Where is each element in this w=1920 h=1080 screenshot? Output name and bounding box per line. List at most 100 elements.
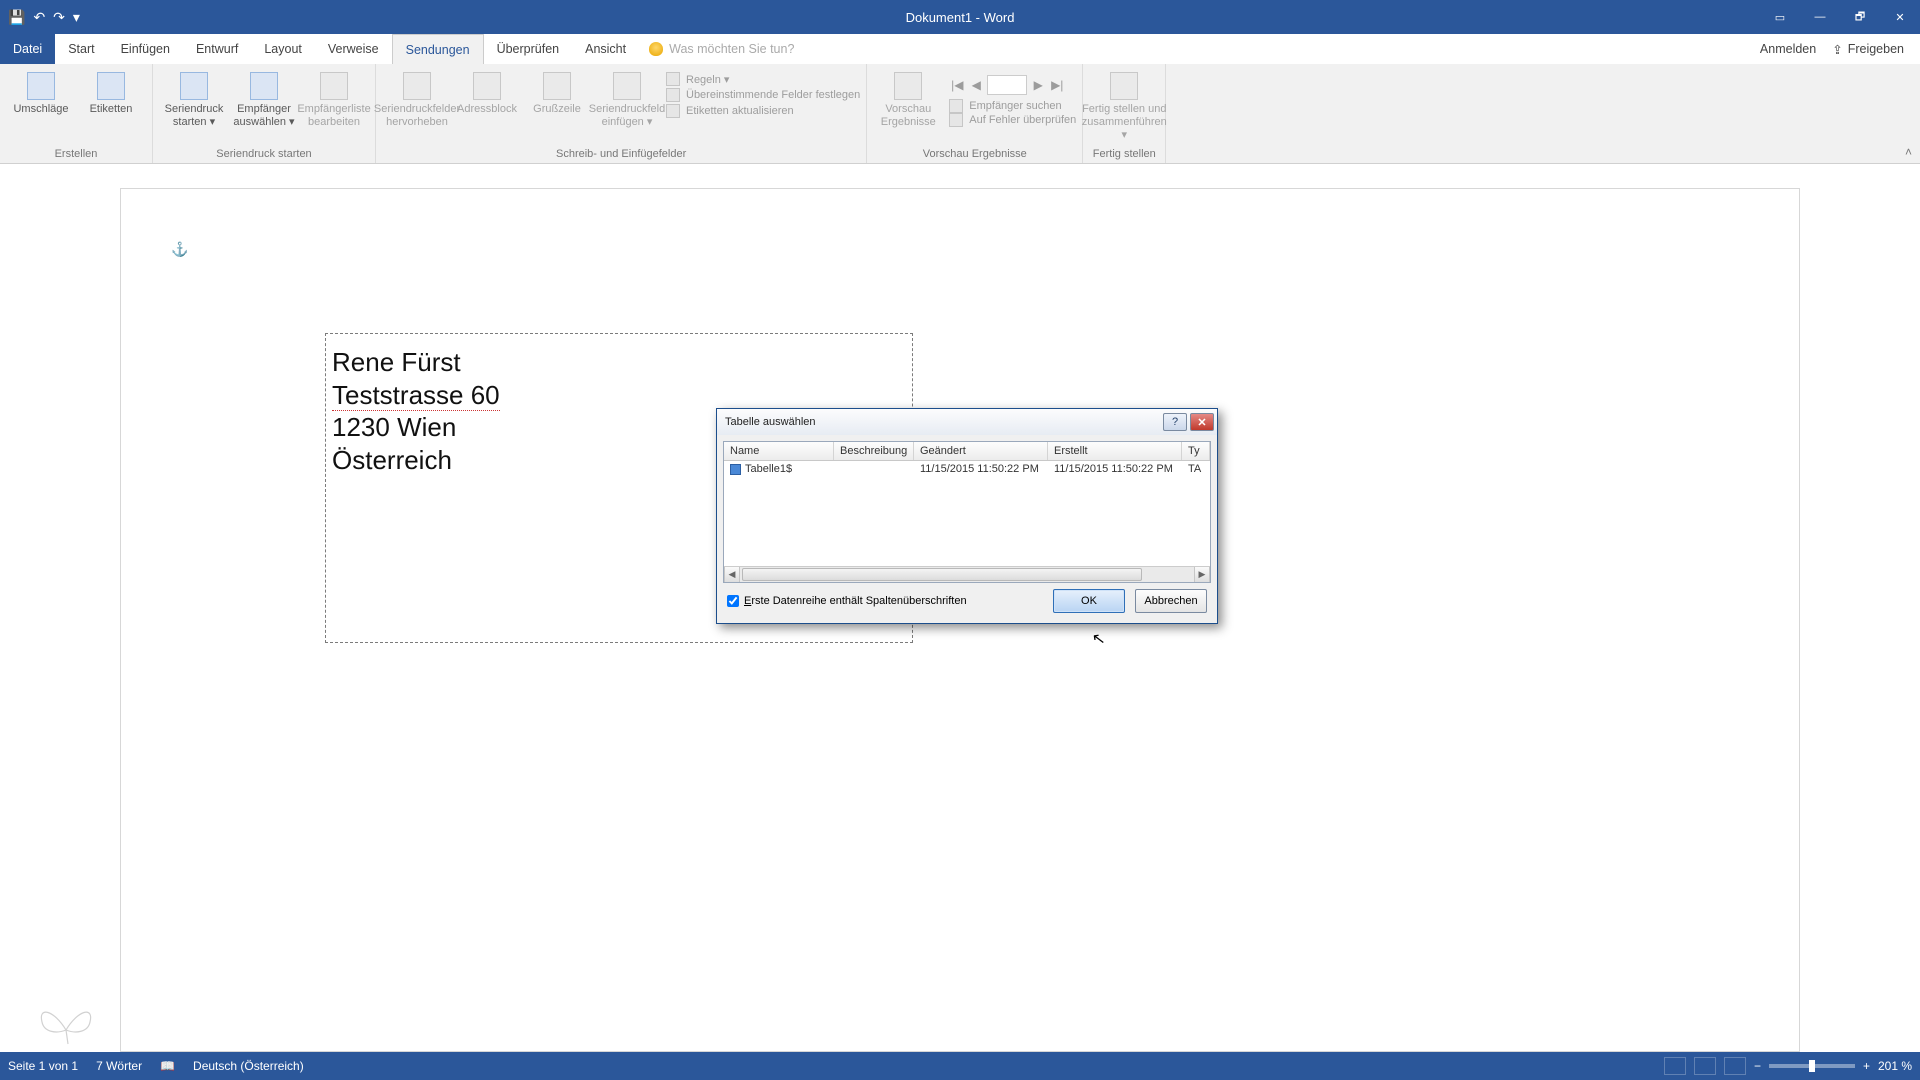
zoom-in-button[interactable]: + <box>1863 1059 1870 1073</box>
rules-icon <box>666 72 680 86</box>
update-icon <box>666 104 680 118</box>
tab-insert[interactable]: Einfügen <box>108 34 183 64</box>
ribbon-display-options-icon[interactable]: ▭ <box>1760 0 1800 34</box>
envelope-icon <box>27 72 55 100</box>
zoom-slider[interactable] <box>1769 1064 1855 1068</box>
select-recipients-label: Empfänger auswählen ▾ <box>229 103 299 129</box>
ribbon-group-create: Umschläge Etiketten Erstellen <box>0 64 153 163</box>
start-mail-merge-button[interactable]: Seriendruck starten ▾ <box>159 68 229 129</box>
address-line-2: Teststrasse 60 <box>332 379 906 412</box>
edit-recipient-list-button[interactable]: Empfängerliste bearbeiten <box>299 68 369 129</box>
tell-me-search[interactable]: Was möchten Sie tun? <box>639 34 794 64</box>
greeting-icon <box>543 72 571 100</box>
highlight-merge-fields-label: Seriendruckfelder hervorheben <box>374 103 460 129</box>
finish-merge-button[interactable]: Fertig stellen und zusammenführen ▾ <box>1089 68 1159 143</box>
tab-design[interactable]: Entwurf <box>183 34 251 64</box>
greeting-line-label: Grußzeile <box>533 103 581 116</box>
read-mode-button[interactable] <box>1664 1057 1686 1075</box>
ribbon-group-start-merge: Seriendruck starten ▾ Empfänger auswähle… <box>153 64 376 163</box>
check-errors-button[interactable]: Auf Fehler überprüfen <box>949 113 1076 127</box>
rules-label: Regeln ▾ <box>686 73 729 86</box>
tab-start[interactable]: Start <box>55 34 107 64</box>
match-fields-button[interactable]: Übereinstimmende Felder festlegen <box>666 88 860 102</box>
save-icon[interactable]: 💾 <box>8 9 25 26</box>
ribbon-group-preview: Vorschau Ergebnisse |◀ ◀ ▶ ▶| Empfänger … <box>867 64 1083 163</box>
edit-recipient-list-label: Empfängerliste bearbeiten <box>297 103 370 129</box>
match-icon <box>666 88 680 102</box>
titlebar: 💾 ↶ ↷ ▾ Dokument1 - Word ▭ — 🗗 ✕ <box>0 0 1920 34</box>
statusbar: Seite 1 von 1 7 Wörter 📖 Deutsch (Österr… <box>0 1052 1920 1080</box>
address-block-button[interactable]: Adressblock <box>452 68 522 116</box>
anchor-icon: ⚓ <box>171 241 188 258</box>
addressblock-icon <box>473 72 501 100</box>
insert-field-icon <box>613 72 641 100</box>
tab-layout[interactable]: Layout <box>251 34 315 64</box>
highlight-merge-fields-button[interactable]: Seriendruckfelder hervorheben <box>382 68 452 129</box>
highlight-icon <box>403 72 431 100</box>
finish-merge-label: Fertig stellen und zusammenführen ▾ <box>1082 103 1167 143</box>
address-line-1: Rene Fürst <box>332 346 906 379</box>
labels-label: Etiketten <box>90 103 133 116</box>
zoom-out-button[interactable]: − <box>1754 1059 1761 1073</box>
quick-access-toolbar: 💾 ↶ ↷ ▾ <box>0 9 80 26</box>
zoom-level[interactable]: 201 % <box>1878 1059 1912 1073</box>
share-button[interactable]: ⇪ Freigeben <box>1832 42 1904 57</box>
labels-button[interactable]: Etiketten <box>76 68 146 116</box>
share-label: Freigeben <box>1848 42 1904 56</box>
recipients-icon <box>250 72 278 100</box>
restore-icon[interactable]: 🗗 <box>1840 0 1880 34</box>
envelopes-label: Umschläge <box>13 103 68 116</box>
ribbon: Umschläge Etiketten Erstellen Seriendruc… <box>0 64 1920 164</box>
mailmerge-icon <box>180 72 208 100</box>
tab-view[interactable]: Ansicht <box>572 34 639 64</box>
preview-results-label: Vorschau Ergebnisse <box>873 103 943 129</box>
insert-merge-field-label: Seriendruckfeld einfügen ▾ <box>589 103 665 129</box>
text-frame[interactable]: Rene Fürst Teststrasse 60 1230 Wien Öste… <box>325 333 913 643</box>
check-errors-label: Auf Fehler überprüfen <box>969 114 1076 126</box>
web-layout-button[interactable] <box>1724 1057 1746 1075</box>
preview-results-button[interactable]: Vorschau Ergebnisse <box>873 68 943 129</box>
tell-me-placeholder: Was möchten Sie tun? <box>669 42 794 56</box>
language-indicator[interactable]: Deutsch (Österreich) <box>193 1059 304 1073</box>
tab-references[interactable]: Verweise <box>315 34 392 64</box>
tab-file[interactable]: Datei <box>0 34 55 64</box>
close-icon[interactable]: ✕ <box>1880 0 1920 34</box>
update-labels-button[interactable]: Etiketten aktualisieren <box>666 104 860 118</box>
first-record-button[interactable]: |◀ <box>949 77 965 93</box>
select-recipients-button[interactable]: Empfänger auswählen ▾ <box>229 68 299 129</box>
print-layout-button[interactable] <box>1694 1057 1716 1075</box>
rules-button[interactable]: Regeln ▾ <box>666 72 860 86</box>
group-caption-write-insert: Schreib- und Einfügefelder <box>382 148 860 161</box>
qat-more-icon[interactable]: ▾ <box>73 9 80 26</box>
last-record-button[interactable]: ▶| <box>1049 77 1065 93</box>
next-record-button[interactable]: ▶ <box>1030 77 1046 93</box>
proofing-icon[interactable]: 📖 <box>160 1059 175 1073</box>
group-caption-preview: Vorschau Ergebnisse <box>873 148 1076 161</box>
ribbon-group-write-insert: Seriendruckfelder hervorheben Adressbloc… <box>376 64 867 163</box>
address-line-3: 1230 Wien <box>332 411 906 444</box>
page-indicator[interactable]: Seite 1 von 1 <box>8 1059 78 1073</box>
start-mail-merge-label: Seriendruck starten ▾ <box>159 103 229 129</box>
greeting-line-button[interactable]: Grußzeile <box>522 68 592 116</box>
find-recipient-button[interactable]: Empfänger suchen <box>949 99 1076 113</box>
search-icon <box>949 99 963 113</box>
window-title: Dokument1 - Word <box>906 10 1015 25</box>
group-caption-create: Erstellen <box>6 148 146 161</box>
record-number-input[interactable] <box>987 75 1027 95</box>
signin-link[interactable]: Anmelden <box>1760 42 1816 56</box>
tab-review[interactable]: Überprüfen <box>484 34 573 64</box>
minimize-icon[interactable]: — <box>1800 0 1840 34</box>
word-count[interactable]: 7 Wörter <box>96 1059 142 1073</box>
edit-list-icon <box>320 72 348 100</box>
undo-icon[interactable]: ↶ <box>33 9 45 26</box>
document-page[interactable]: ⚓ Rene Fürst Teststrasse 60 1230 Wien Ös… <box>120 188 1800 1052</box>
update-labels-label: Etiketten aktualisieren <box>686 105 794 117</box>
insert-merge-field-button[interactable]: Seriendruckfeld einfügen ▾ <box>592 68 662 129</box>
record-navigator: |◀ ◀ ▶ ▶| <box>949 68 1076 95</box>
collapse-ribbon-icon[interactable]: ˄ <box>1905 145 1912 159</box>
label-icon <box>97 72 125 100</box>
envelopes-button[interactable]: Umschläge <box>6 68 76 116</box>
redo-icon[interactable]: ↷ <box>53 9 65 26</box>
tab-mailings[interactable]: Sendungen <box>392 34 484 64</box>
prev-record-button[interactable]: ◀ <box>968 77 984 93</box>
